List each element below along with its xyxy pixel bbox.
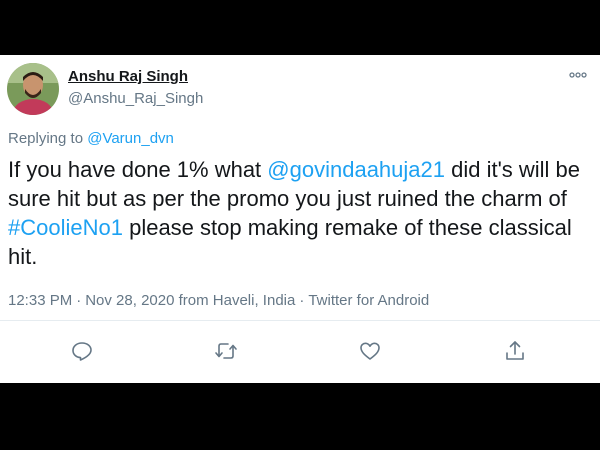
like-icon[interactable] [358,339,384,365]
mention-link[interactable]: @govindaahuja21 [267,157,445,182]
share-icon[interactable] [503,339,529,365]
tweet-location: from Haveli, India [178,292,296,309]
tweet-card: Anshu Raj Singh @Anshu_Raj_Singh Replyin… [0,55,600,383]
reply-icon[interactable] [70,339,96,365]
tweet-text: If you have done 1% what @govindaahuja21… [8,155,593,271]
tweet-text-part: If you have done 1% what [8,157,268,182]
hashtag-link[interactable]: #CoolieNo1 [8,215,123,240]
tweet-date[interactable]: Nov 28, 2020 [85,292,174,309]
author-handle[interactable]: @Anshu_Raj_Singh [68,90,203,107]
meta-separator: · [299,292,305,309]
tweet-client[interactable]: Twitter for Android [308,292,429,309]
replying-to-label: Replying to [8,130,84,147]
meta-separator: · [76,292,82,309]
replying-to: Replying to @Varun_dvn [8,130,174,147]
replying-to-handle-link[interactable]: @Varun_dvn [87,130,174,147]
user-avatar-image [7,63,59,115]
tweet-meta: 12:33 PM · Nov 28, 2020 from Haveli, India… [8,292,429,309]
tweet-time[interactable]: 12:33 PM [8,292,72,309]
avatar[interactable] [7,63,59,115]
more-options-icon[interactable] [568,67,588,83]
divider [0,320,600,321]
retweet-icon[interactable] [214,339,240,365]
author-display-name[interactable]: Anshu Raj Singh [68,68,188,85]
